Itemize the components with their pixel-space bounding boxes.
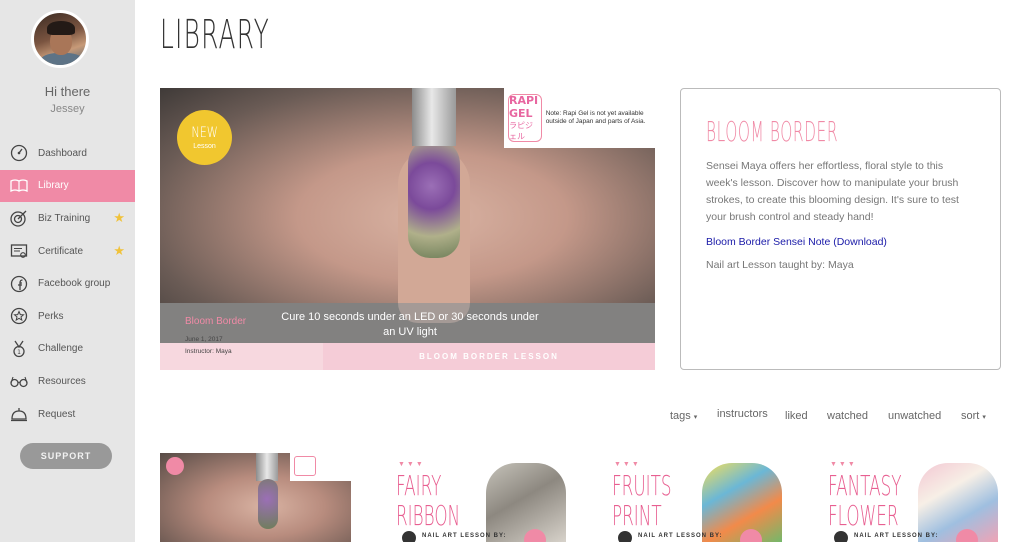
sidebar-item-label: Facebook group: [38, 278, 111, 290]
lesson-info-card: BLOOM BORDER Sensei Maya offers her effo…: [680, 88, 1001, 370]
sidebar-item-resources[interactable]: Resources: [0, 365, 135, 398]
cure-instructions: Cure 10 seconds under an LED or 30 secon…: [281, 311, 539, 339]
nail-art-image: [486, 463, 566, 542]
target-icon: [10, 209, 28, 228]
filter-bar: tags ▾ instructors liked watched unwatche…: [0, 408, 1024, 426]
sidebar-item-biz-training[interactable]: Biz Training ★: [0, 202, 135, 235]
star-badge-icon: [10, 307, 28, 325]
lesson-thumbnail-fruits-print[interactable]: ▼▼▼ FRUITS PRINT NAIL ART LESSON BY:: [592, 453, 783, 542]
sidebar-item-library[interactable]: Library: [0, 169, 135, 203]
avatar: [618, 531, 632, 542]
new-lesson-badge: [166, 457, 184, 475]
chevron-down-icon: ▾: [982, 414, 986, 421]
sensei-note-download-link[interactable]: Bloom Border Sensei Note (Download): [706, 236, 975, 248]
dashboard-icon: [10, 144, 28, 162]
lesson-description: Sensei Maya offers her effortless, flora…: [706, 160, 959, 223]
lesson-title: BLOOM BORDER: [706, 115, 839, 148]
medal-icon: 1: [10, 340, 28, 358]
rapi-gel-logo: RAPI GEL ラピジェル: [508, 94, 542, 142]
badge-subtitle: Lesson: [193, 143, 216, 150]
sidebar-item-dashboard[interactable]: Dashboard: [0, 137, 135, 170]
star-icon: ★: [113, 242, 125, 258]
thumbnail-subtitle: NAIL ART LESSON BY:: [854, 533, 939, 539]
sidebar-item-label: Resources: [38, 375, 86, 387]
lesson-thumbnail-fairy-ribbon[interactable]: ▼▼▼ FAIRY RIBBON NAIL ART LESSON BY:: [376, 453, 567, 542]
user-name: Jessey: [50, 103, 85, 115]
rapi-gel-logo: [294, 456, 316, 476]
instructors-filter[interactable]: instructors: [717, 408, 768, 420]
hero-video[interactable]: NEW Lesson RAPI GEL ラピジェル Note: Rapi Gel…: [160, 88, 655, 370]
sidebar-item-challenge[interactable]: 1 Challenge: [0, 333, 135, 366]
sidebar-item-label: Dashboard: [38, 147, 87, 159]
lesson-teacher: Nail art Lesson taught by: Maya: [706, 259, 854, 271]
lesson-instructor: Instructor: Maya: [185, 348, 232, 355]
tags-filter[interactable]: tags ▾: [670, 410, 697, 422]
rapi-gel-note: RAPI GEL ラピジェル Note: Rapi Gel is not yet…: [504, 88, 655, 148]
sidebar-item-label: Biz Training: [38, 212, 91, 224]
page-title: LIBRARY: [160, 12, 271, 58]
thumbnail-title: FANTASY FLOWER: [828, 469, 902, 532]
sidebar-item-label: Challenge: [38, 343, 84, 355]
avatar: [834, 531, 848, 542]
facebook-icon: [10, 275, 28, 293]
new-lesson-badge: NEW Lesson: [177, 110, 232, 165]
avatar: [402, 531, 416, 542]
star-icon: ★: [113, 210, 125, 226]
thumbnail-subtitle: NAIL ART LESSON BY:: [422, 533, 507, 539]
decoration-icon: ▼▼▼: [830, 461, 857, 468]
badge-title: NEW: [191, 125, 218, 141]
book-icon: [10, 177, 28, 195]
greeting-text: Hi there: [44, 84, 91, 99]
lesson-bar: BLOOM BORDER LESSON: [323, 343, 655, 370]
nail-art-image: [918, 463, 998, 542]
sidebar-nav: Dashboard Library Biz Training ★ Certifi…: [0, 137, 135, 430]
watched-filter[interactable]: watched: [827, 410, 868, 422]
chevron-down-icon: ▾: [693, 414, 698, 421]
unwatched-filter[interactable]: unwatched: [888, 410, 941, 422]
nail-art-image: [702, 463, 782, 542]
sidebar-item-label: Library: [38, 180, 69, 192]
lesson-thumbnail-fantasy-flower[interactable]: ▼▼▼ FANTASY FLOWER NAIL ART LESSON BY:: [808, 453, 999, 542]
sidebar-item-certificate[interactable]: Certificate ★: [0, 235, 135, 268]
lesson-date: June 1, 2017: [185, 336, 223, 343]
thumbnail-subtitle: NAIL ART LESSON BY:: [638, 533, 723, 539]
avatar[interactable]: [31, 10, 89, 68]
sidebar-item-perks[interactable]: Perks: [0, 300, 135, 333]
certificate-icon: [10, 242, 28, 260]
lesson-thumbnail-bloom-border[interactable]: [160, 453, 351, 542]
support-button[interactable]: SUPPORT: [20, 443, 112, 469]
liked-filter[interactable]: liked: [785, 410, 808, 422]
decoration-icon: ▼▼▼: [398, 461, 425, 468]
decoration-icon: ▼▼▼: [614, 461, 641, 468]
sidebar-item-label: Perks: [38, 310, 64, 322]
thumbnail-title: FRUITS PRINT: [612, 469, 672, 532]
availability-note: Note: Rapi Gel is not yet available outs…: [545, 109, 646, 125]
svg-text:1: 1: [17, 349, 21, 356]
lesson-name: Bloom Border: [185, 316, 247, 327]
sidebar: Hi there Jessey Dashboard Library Biz Tr…: [0, 0, 135, 542]
thumbnail-title: FAIRY RIBBON: [396, 469, 461, 532]
sort-filter[interactable]: sort ▾: [961, 410, 986, 422]
glasses-icon: [10, 372, 28, 390]
sidebar-item-label: Certificate: [38, 245, 84, 257]
sidebar-item-facebook-group[interactable]: Facebook group: [0, 267, 135, 300]
